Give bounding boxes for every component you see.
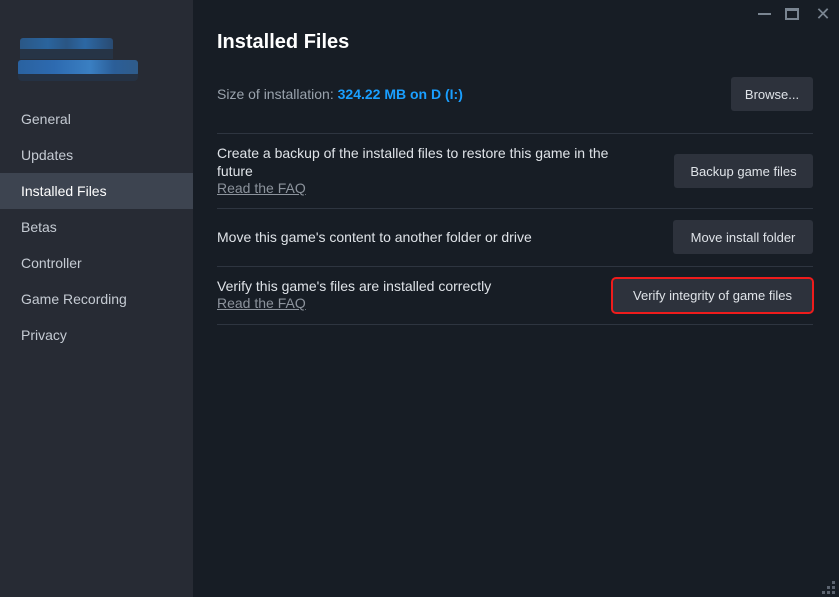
size-label: Size of installation: (217, 86, 334, 102)
sidebar-item-betas[interactable]: Betas (0, 209, 193, 245)
maximize-icon[interactable] (780, 4, 804, 24)
sidebar-item-general[interactable]: General (0, 101, 193, 137)
move-install-folder-button[interactable]: Move install folder (673, 220, 813, 254)
resize-grip-icon[interactable] (822, 581, 835, 594)
divider (217, 324, 813, 325)
move-description: Move this game's content to another fold… (217, 229, 532, 245)
backup-game-files-button[interactable]: Backup game files (674, 154, 813, 188)
verify-integrity-button[interactable]: Verify integrity of game files (611, 277, 814, 314)
sidebar: General Updates Installed Files Betas Co… (0, 0, 193, 597)
sidebar-item-game-recording[interactable]: Game Recording (0, 281, 193, 317)
sidebar-nav: General Updates Installed Files Betas Co… (0, 101, 193, 353)
backup-description: Create a backup of the installed files t… (217, 145, 609, 179)
page-title: Installed Files (217, 31, 350, 53)
game-logo-pixelated (18, 36, 138, 82)
size-value: 324.22 MB on D (I:) (337, 86, 463, 102)
backup-faq-link[interactable]: Read the FAQ (217, 180, 306, 196)
close-icon[interactable]: ✕ (811, 4, 835, 24)
divider (217, 208, 813, 209)
verify-faq-link[interactable]: Read the FAQ (217, 295, 306, 311)
divider (217, 266, 813, 267)
minimize-icon[interactable] (752, 4, 776, 24)
installation-size: Size of installation: 324.22 MB on D (I:… (217, 86, 463, 102)
sidebar-item-privacy[interactable]: Privacy (0, 317, 193, 353)
divider (217, 133, 813, 134)
sidebar-item-controller[interactable]: Controller (0, 245, 193, 281)
sidebar-item-installed-files[interactable]: Installed Files (0, 173, 193, 209)
browse-button[interactable]: Browse... (731, 77, 813, 111)
verify-description: Verify this game's files are installed c… (217, 278, 492, 294)
sidebar-item-updates[interactable]: Updates (0, 137, 193, 173)
